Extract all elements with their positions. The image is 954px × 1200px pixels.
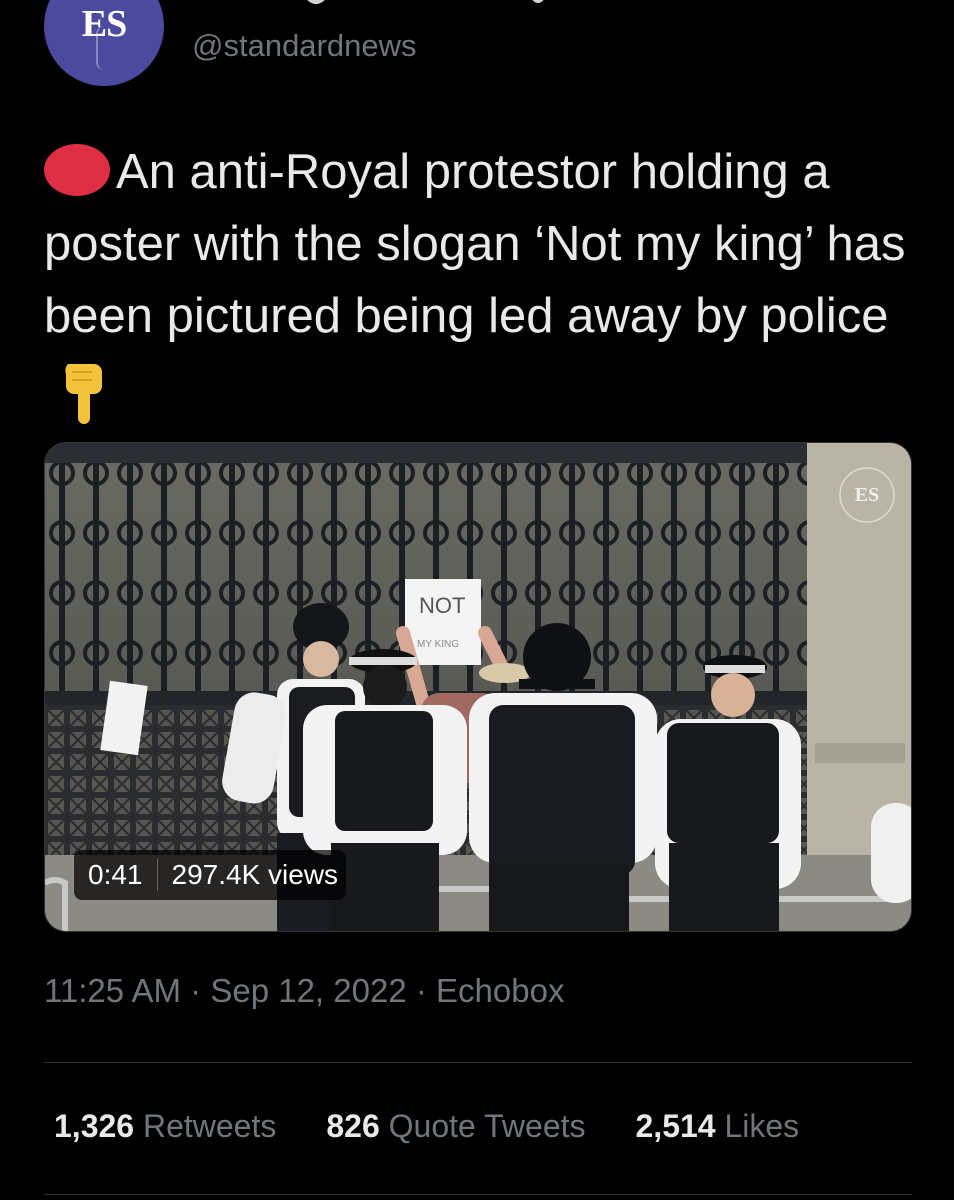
likes-count: 2,514 xyxy=(635,1108,716,1144)
retweets-count: 1,326 xyxy=(54,1108,135,1144)
display-name-cutoff xyxy=(196,0,556,8)
meta-separator: · xyxy=(415,972,427,1009)
svg-text:ES: ES xyxy=(855,484,879,506)
tweet-body: An anti-Royal protestor holding a poster… xyxy=(44,145,906,343)
avatar-emblem xyxy=(96,26,114,70)
video-badge: 0:41 297.4K views xyxy=(74,850,347,900)
es-watermark: ES xyxy=(838,466,896,524)
retweets-stat[interactable]: 1,326 Retweets xyxy=(54,1108,276,1145)
point-down-icon xyxy=(58,358,114,444)
svg-text:MY KING: MY KING xyxy=(417,639,459,650)
quote-tweets-count: 826 xyxy=(326,1108,380,1144)
divider xyxy=(44,1194,912,1195)
tweet-meta: 11:25 AM · Sep 12, 2022 · Echobox xyxy=(44,972,564,1010)
quote-tweets-label: Quote Tweets xyxy=(388,1108,586,1144)
video-views: 297.4K views xyxy=(171,859,339,890)
divider xyxy=(44,1062,912,1063)
red-circle-icon xyxy=(44,144,110,196)
meta-separator: · xyxy=(190,972,202,1009)
account-handle[interactable]: @standardnews xyxy=(192,28,416,64)
tweet-date[interactable]: Sep 12, 2022 xyxy=(210,972,406,1009)
svg-text:NOT: NOT xyxy=(419,593,465,618)
quote-tweets-stat[interactable]: 826 Quote Tweets xyxy=(326,1108,585,1145)
tweet-text: An anti-Royal protestor holding a poster… xyxy=(44,136,924,444)
tweet-time[interactable]: 11:25 AM xyxy=(44,972,181,1009)
avatar[interactable]: ES xyxy=(44,0,164,86)
likes-label: Likes xyxy=(724,1108,800,1144)
retweets-label: Retweets xyxy=(142,1108,277,1144)
engagement-stats: 1,326 Retweets 826 Quote Tweets 2,514 Li… xyxy=(54,1108,849,1145)
tweet-source[interactable]: Echobox xyxy=(436,972,564,1009)
likes-stat[interactable]: 2,514 Likes xyxy=(636,1108,800,1145)
video-duration: 0:41 xyxy=(88,859,158,891)
protest-sign: NOT MY KING xyxy=(405,579,481,665)
